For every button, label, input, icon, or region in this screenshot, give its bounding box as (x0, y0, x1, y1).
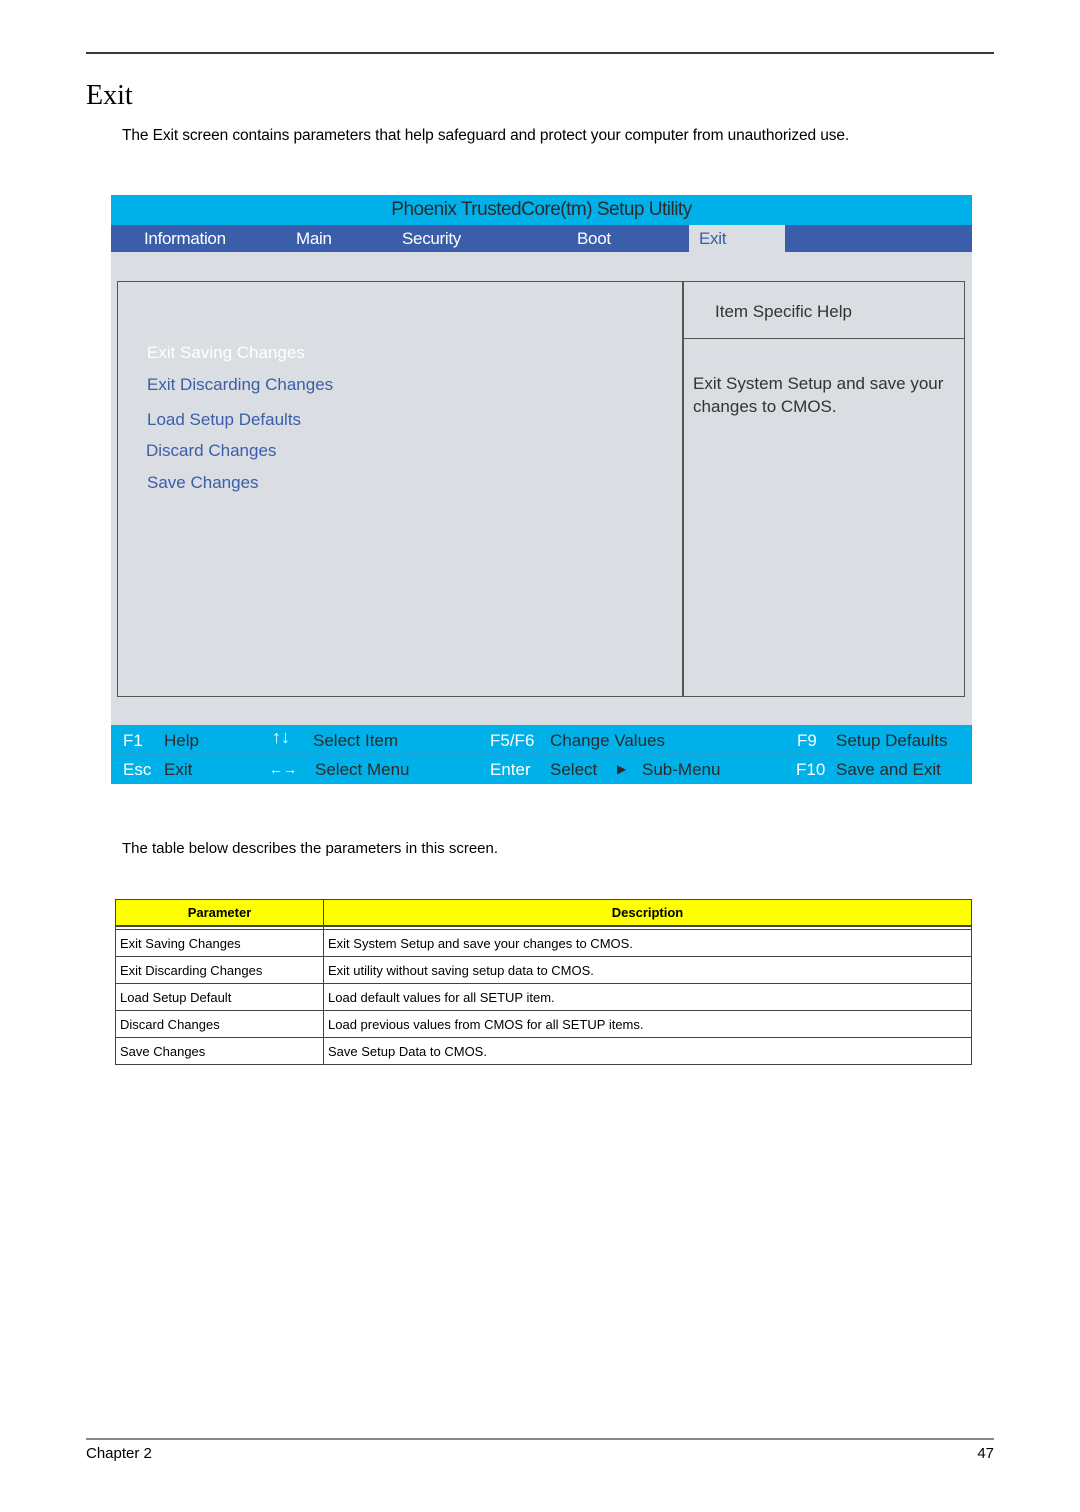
key-esc: Esc (123, 760, 152, 779)
options-panel: Exit Saving Changes Exit Discarding Chan… (117, 281, 684, 697)
option-save-changes[interactable]: Save Changes (147, 473, 259, 493)
select-menu-desc: Select Menu (315, 760, 410, 779)
cell-parameter: Discard Changes (115, 1010, 324, 1038)
left-right-arrows-icon: ←→ (269, 761, 297, 777)
cell-description: Exit utility without saving setup data t… (323, 956, 972, 984)
select-item-desc: Select Item (313, 731, 399, 750)
key-esc-desc: Exit (164, 760, 193, 779)
intro-paragraph: The Exit screen contains parameters that… (122, 127, 850, 144)
option-exit-discarding-changes[interactable]: Exit Discarding Changes (147, 375, 333, 395)
submenu-triangle-icon: ▶ (617, 762, 627, 776)
header-description: Description (323, 899, 972, 927)
menu-tab-information[interactable]: Information (144, 225, 226, 252)
menu-tab-boot[interactable]: Boot (577, 225, 611, 252)
menu-tab-main[interactable]: Main (296, 225, 332, 252)
key-f5-f6: F5/F6 (490, 731, 535, 750)
footer-page-number: 47 (977, 1445, 994, 1462)
cell-description: Exit System Setup and save your changes … (323, 929, 972, 957)
key-f1: F1 (123, 731, 143, 750)
bios-menu-bar: Information Main Security Boot Exit (111, 225, 972, 252)
option-exit-saving-changes[interactable]: Exit Saving Changes (147, 343, 305, 363)
up-down-arrows-icon: ↑↓ (272, 727, 290, 747)
key-enter-desc: Select (550, 760, 598, 779)
bottom-rule (86, 1438, 994, 1440)
table-intro: The table below describes the parameters… (122, 840, 499, 857)
item-specific-help-panel: Item Specific Help Exit System Setup and… (682, 281, 965, 697)
help-title: Item Specific Help (715, 302, 852, 321)
bios-key-legend: F1 Help Esc Exit ↑↓ Select Item ←→ Selec… (111, 725, 972, 784)
key-f10-desc: Save and Exit (836, 760, 941, 779)
cell-parameter: Exit Saving Changes (115, 929, 324, 957)
table-row: Exit Discarding Changes Exit utility wit… (115, 956, 972, 984)
key-f5-f6-desc: Change Values (550, 731, 665, 750)
submenu-desc: Sub-Menu (642, 760, 721, 779)
bios-title-bar: Phoenix TrustedCore(tm) Setup Utility (111, 195, 972, 225)
table-header-row: Parameter Description (115, 899, 972, 927)
page-title: Exit (86, 80, 133, 111)
footer-chapter: Chapter 2 (86, 1445, 152, 1462)
bios-screenshot: Phoenix TrustedCore(tm) Setup Utility In… (111, 195, 972, 784)
cell-parameter: Exit Discarding Changes (115, 956, 324, 984)
menu-tab-security[interactable]: Security (402, 225, 461, 252)
key-f1-desc: Help (164, 731, 199, 750)
help-divider (683, 338, 964, 339)
menu-tab-exit[interactable]: Exit (689, 225, 785, 252)
cell-parameter: Save Changes (115, 1037, 324, 1065)
header-parameter: Parameter (115, 899, 324, 927)
option-load-setup-defaults[interactable]: Load Setup Defaults (147, 410, 301, 430)
table-row: Discard Changes Load previous values fro… (115, 1010, 972, 1038)
key-f10: F10 (796, 760, 826, 779)
key-enter: Enter (490, 760, 531, 779)
parameters-table: Parameter Description Exit Saving Change… (115, 899, 972, 1065)
key-f9: F9 (797, 731, 817, 750)
option-discard-changes[interactable]: Discard Changes (146, 441, 276, 461)
table-row: Load Setup Default Load default values f… (115, 983, 972, 1011)
key-f9-desc: Setup Defaults (836, 731, 948, 750)
cell-description: Load default values for all SETUP item. (323, 983, 972, 1011)
top-rule (86, 52, 994, 54)
cell-description: Load previous values from CMOS for all S… (323, 1010, 972, 1038)
cell-parameter: Load Setup Default (115, 983, 324, 1011)
table-row: Exit Saving Changes Exit System Setup an… (115, 929, 972, 957)
table-row: Save Changes Save Setup Data to CMOS. (115, 1037, 972, 1065)
footer-divider (111, 754, 972, 755)
help-body: Exit System Setup and save your changes … (693, 374, 944, 416)
cell-description: Save Setup Data to CMOS. (323, 1037, 972, 1065)
